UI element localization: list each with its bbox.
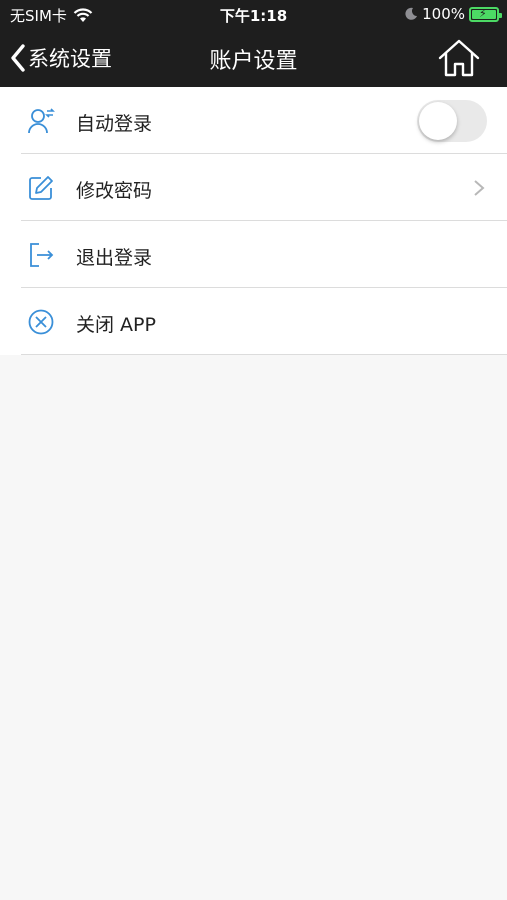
status-bar: 无SIM卡 下午1:18 100% ⚡ bbox=[0, 0, 507, 30]
auto-login-row: 自动登录 bbox=[0, 87, 507, 154]
toggle-knob bbox=[419, 102, 457, 140]
moon-icon bbox=[405, 7, 418, 20]
user-switch-icon bbox=[28, 108, 55, 134]
nav-bar: 系统设置 账户设置 bbox=[0, 30, 507, 87]
home-icon[interactable] bbox=[437, 38, 481, 78]
change-password-label: 修改密码 bbox=[76, 180, 153, 202]
page-title: 账户设置 bbox=[209, 49, 298, 74]
chevron-right-icon bbox=[474, 180, 485, 196]
auto-login-label: 自动登录 bbox=[76, 113, 153, 135]
close-app-label: 关闭 APP bbox=[76, 314, 156, 336]
logout-label: 退出登录 bbox=[76, 247, 153, 269]
auto-login-toggle[interactable] bbox=[417, 100, 487, 142]
edit-icon bbox=[29, 176, 53, 200]
battery-icon: ⚡ bbox=[469, 6, 502, 22]
logout-row[interactable]: 退出登录 bbox=[0, 221, 507, 288]
battery-percent: 100% bbox=[422, 5, 465, 23]
change-password-row[interactable]: 修改密码 bbox=[0, 154, 507, 221]
close-app-row[interactable]: 关闭 APP bbox=[0, 288, 507, 355]
status-right: 100% ⚡ bbox=[404, 5, 502, 23]
logout-icon bbox=[30, 243, 54, 267]
close-circle-icon bbox=[28, 309, 54, 335]
settings-list: 自动登录 修改密码 退出登录 关闭 APP bbox=[0, 87, 507, 355]
